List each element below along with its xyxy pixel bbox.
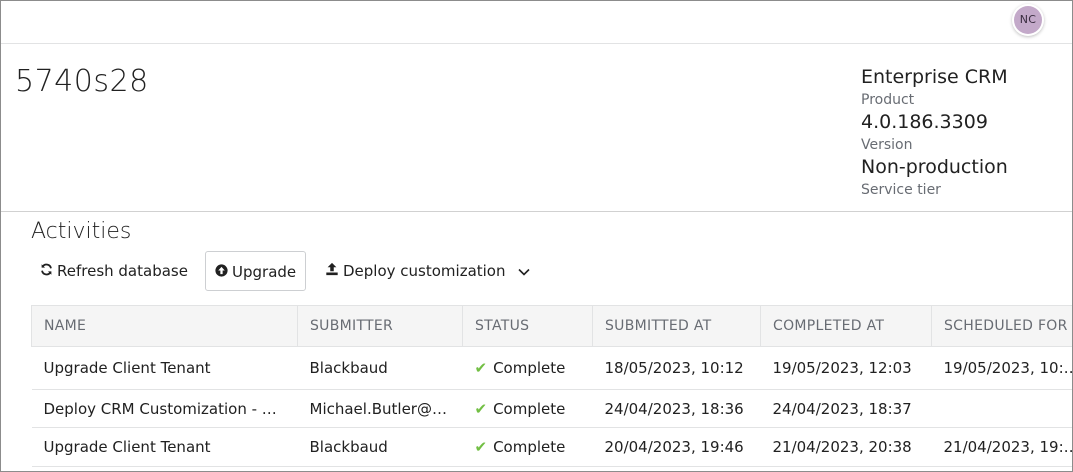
table-row[interactable]: Deploy CRM Customization - 918 Michael.B… — [31, 389, 1072, 428]
cell-name: Upgrade Client Tenant — [31, 427, 298, 467]
refresh-database-label: Refresh database — [57, 262, 188, 280]
deploy-customization-button[interactable]: Deploy customization — [316, 251, 539, 291]
service-tier-value: Non-production — [861, 156, 1008, 178]
cell-name: Deploy CRM Customization - 918 — [31, 389, 298, 428]
chevron-down-icon[interactable] — [517, 252, 530, 292]
cell-submitted-at: 20/04/2023, 19:46 — [592, 427, 761, 467]
column-header-scheduled-for[interactable]: SCHEDULED FOR — [931, 305, 1072, 347]
version-label: Version — [861, 137, 913, 153]
cell-scheduled-for: 19/05/2023, 10:30 — [931, 346, 1072, 390]
status-text: Complete — [493, 399, 566, 418]
activities-toolbar: Refresh database Upgrade Deploy customiz… — [31, 251, 1072, 293]
record-header: 5740s28 Enterprise CRM Product 4.0.186.3… — [1, 44, 1072, 212]
table-row[interactable]: Upgrade Client Tenant Blackbaud ✔ Complet… — [31, 427, 1072, 467]
status-text: Complete — [493, 359, 566, 377]
cell-scheduled-for — [931, 389, 1072, 428]
cell-submitter: Blackbaud — [297, 346, 463, 390]
upload-icon — [325, 253, 339, 293]
refresh-database-button[interactable]: Refresh database — [31, 251, 197, 291]
column-header-completed-at[interactable]: COMPLETED AT — [760, 305, 932, 347]
check-icon: ✔ — [474, 438, 488, 456]
column-header-name[interactable]: NAME — [31, 305, 298, 347]
status-text: Complete — [493, 438, 566, 456]
product-value: Enterprise CRM — [861, 66, 1008, 88]
user-avatar[interactable]: NC — [1014, 6, 1042, 34]
version-value: 4.0.186.3309 — [861, 111, 988, 133]
cell-name: Upgrade Client Tenant — [31, 346, 298, 390]
column-header-status[interactable]: STATUS — [462, 305, 593, 347]
upgrade-label: Upgrade — [232, 263, 297, 281]
activities-section: Activities Refresh database Upgrade Depl… — [31, 213, 1072, 471]
service-tier-label: Service tier — [861, 182, 941, 198]
deploy-customization-label: Deploy customization — [343, 262, 506, 280]
check-icon: ✔ — [474, 359, 488, 377]
table-row[interactable]: Upgrade Client Tenant Blackbaud ✔ Complet… — [31, 346, 1072, 390]
cell-completed-at: 24/04/2023, 18:37 — [760, 389, 932, 428]
cell-completed-at: 21/04/2023, 20:38 — [760, 427, 932, 467]
activities-table: NAME SUBMITTER STATUS SUBMITTED AT COMPL… — [31, 305, 1072, 467]
cell-status: ✔ Complete — [462, 427, 593, 467]
cell-submitter: Michael.Butler@b… — [297, 389, 463, 428]
cell-submitted-at: 24/04/2023, 18:36 — [592, 389, 761, 428]
check-icon: ✔ — [474, 399, 488, 418]
cell-submitter: Blackbaud — [297, 427, 463, 467]
column-header-submitter[interactable]: SUBMITTER — [297, 305, 463, 347]
cell-status: ✔ Complete — [462, 346, 593, 390]
column-header-submitted-at[interactable]: SUBMITTED AT — [592, 305, 761, 347]
refresh-icon — [40, 253, 53, 293]
cell-status: ✔ Complete — [462, 389, 593, 428]
record-summary: Enterprise CRM Product 4.0.186.3309 Vers… — [861, 66, 1008, 201]
table-header-row: NAME SUBMITTER STATUS SUBMITTED AT COMPL… — [31, 305, 1072, 347]
top-navbar: NC — [1, 1, 1072, 44]
cell-completed-at: 19/05/2023, 12:03 — [760, 346, 932, 390]
cell-scheduled-for: 21/04/2023, 19:45 — [931, 427, 1072, 467]
product-label: Product — [861, 92, 915, 108]
cell-submitted-at: 18/05/2023, 10:12 — [592, 346, 761, 390]
activities-heading: Activities — [31, 219, 132, 244]
page-title: 5740s28 — [15, 64, 149, 99]
upgrade-button[interactable]: Upgrade — [205, 251, 307, 294]
app-window: NC 5740s28 Enterprise CRM Product 4.0.18… — [0, 0, 1073, 472]
arrow-up-circle-icon — [215, 254, 228, 294]
